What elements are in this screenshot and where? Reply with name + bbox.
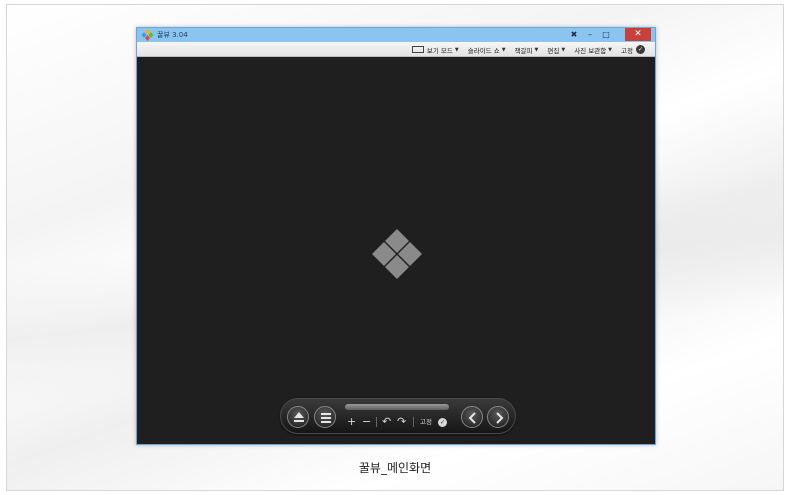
menu-pin-label: 고정 bbox=[621, 46, 633, 55]
check-icon: ✓ bbox=[636, 45, 645, 54]
separator bbox=[376, 417, 377, 427]
control-bar: + − ↶ ↷ 고정 ✓ bbox=[280, 398, 516, 434]
minimize-button[interactable]: – bbox=[583, 28, 597, 41]
menu-items: 보기 모드 ▼ 슬라이드 쇼 ▼ 책갈피 ▼ 편집 ▼ 사진 보관함 ▼ 고정 … bbox=[403, 42, 645, 57]
image-canvas[interactable]: + − ↶ ↷ 고정 ✓ bbox=[137, 58, 655, 444]
honeyview-placeholder-icon bbox=[372, 229, 422, 279]
zoom-in-icon[interactable]: + bbox=[347, 415, 356, 429]
eject-button[interactable] bbox=[287, 406, 309, 428]
caret-down-icon: ▼ bbox=[454, 46, 459, 53]
menu-button[interactable] bbox=[314, 406, 336, 428]
view-mode-icon bbox=[411, 46, 424, 53]
menu-pin[interactable]: 고정 ✓ bbox=[621, 45, 645, 55]
hamburger-icon bbox=[321, 413, 331, 423]
maximize-button[interactable]: □ bbox=[599, 28, 613, 41]
chevron-left-icon bbox=[468, 412, 476, 424]
caret-down-icon: ▼ bbox=[608, 46, 613, 53]
caret-down-icon: ▼ bbox=[501, 46, 506, 53]
menu-edit-label: 편집 bbox=[547, 46, 560, 55]
window-title: 꿀뷰 3.04 bbox=[157, 31, 188, 39]
zoom-out-icon[interactable]: − bbox=[362, 415, 371, 429]
rotate-left-icon[interactable]: ↶ bbox=[382, 415, 391, 429]
chevron-right-icon bbox=[496, 412, 504, 424]
pin-label[interactable]: 고정 bbox=[420, 416, 432, 428]
menu-view-mode[interactable]: 보기 모드 ▼ bbox=[411, 45, 459, 55]
title-bar[interactable]: 꿀뷰 3.04 ✖ – □ ✕ bbox=[137, 28, 655, 42]
close-button[interactable]: ✕ bbox=[625, 28, 651, 41]
previous-button[interactable] bbox=[461, 406, 483, 428]
rotate-right-icon[interactable]: ↷ bbox=[397, 415, 406, 429]
menu-photo-archive-label: 사진 보관함 bbox=[574, 46, 607, 55]
caret-down-icon: ▼ bbox=[534, 46, 539, 53]
eject-icon bbox=[294, 412, 304, 422]
separator bbox=[413, 417, 414, 427]
pin-window-button[interactable]: ✖ bbox=[567, 28, 581, 41]
app-window: 꿀뷰 3.04 ✖ – □ ✕ 보기 모드 ▼ 슬라이드 쇼 ▼ 책갈피 ▼ 편… bbox=[136, 27, 656, 445]
menu-slideshow-label: 슬라이드 쇼 bbox=[467, 46, 500, 55]
image-caption: 꿀뷰_메인화면 bbox=[358, 461, 432, 475]
honeyview-logo-icon bbox=[141, 29, 154, 41]
menu-edit[interactable]: 편집 ▼ bbox=[547, 45, 565, 55]
menu-slideshow[interactable]: 슬라이드 쇼 ▼ bbox=[468, 45, 506, 55]
caret-down-icon: ▼ bbox=[561, 46, 566, 53]
menu-photo-archive[interactable]: 사진 보관함 ▼ bbox=[574, 45, 612, 55]
menu-view-mode-label: 보기 모드 bbox=[426, 46, 453, 55]
menu-bar: 보기 모드 ▼ 슬라이드 쇼 ▼ 책갈피 ▼ 편집 ▼ 사진 보관함 ▼ 고정 … bbox=[137, 42, 655, 57]
menu-bookmark[interactable]: 책갈피 ▼ bbox=[515, 45, 539, 55]
menu-bookmark-label: 책갈피 bbox=[514, 46, 533, 55]
check-icon[interactable]: ✓ bbox=[438, 418, 447, 427]
next-button[interactable] bbox=[487, 406, 509, 428]
progress-slider[interactable] bbox=[345, 404, 449, 410]
